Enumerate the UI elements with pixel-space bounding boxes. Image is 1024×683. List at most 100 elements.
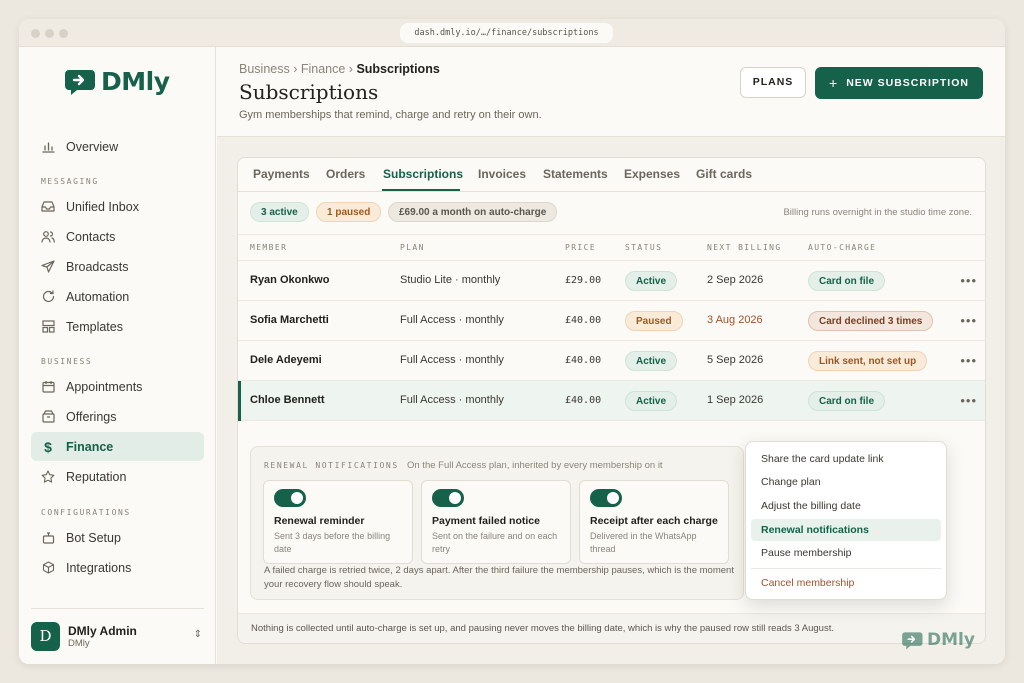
breadcrumb-current: Subscriptions xyxy=(356,62,440,76)
monthly-total-chip: £69.00 a month on auto-charge xyxy=(388,202,558,222)
footer-note: Nothing is collected until auto-charge i… xyxy=(251,623,834,634)
more-actions-icon[interactable]: ••• xyxy=(960,353,977,368)
bot-icon xyxy=(41,531,55,545)
menu-item-renewal-notifications[interactable]: Renewal notifications xyxy=(751,519,941,541)
table-row-selected[interactable]: Chloe Bennett Full Access · monthly £40.… xyxy=(238,381,985,421)
sidebar-item-integrations[interactable]: Integrations xyxy=(31,553,204,582)
send-icon xyxy=(41,260,55,274)
sidebar-item-bot-setup[interactable]: Bot Setup xyxy=(31,523,204,552)
section-label-configurations: CONFIGURATIONS xyxy=(41,508,131,517)
dmly-logo-icon xyxy=(902,631,923,649)
sidebar-item-label: Integrations xyxy=(66,560,132,575)
sidebar-item-contacts[interactable]: Contacts xyxy=(31,222,204,251)
plan-name: Studio Lite · monthly xyxy=(400,274,501,286)
sidebar-item-automation[interactable]: Automation xyxy=(31,282,204,311)
menu-item-cancel-membership[interactable]: Cancel membership xyxy=(751,572,941,594)
sidebar-item-label: Contacts xyxy=(66,229,116,244)
new-subscription-button[interactable]: + NEW SUBSCRIPTION xyxy=(815,67,983,99)
tab-invoices[interactable]: Invoices xyxy=(478,167,526,181)
paused-count-chip[interactable]: 1 paused xyxy=(316,202,382,222)
layout-icon xyxy=(41,320,55,334)
address-bar[interactable]: dash.dmly.io/…/finance/subscriptions xyxy=(400,23,613,43)
plan-name: Full Access · monthly xyxy=(400,314,504,326)
dollar-icon: $ xyxy=(44,438,52,455)
active-count-chip[interactable]: 3 active xyxy=(250,202,309,222)
sidebar-item-label: Unified Inbox xyxy=(66,199,139,214)
more-actions-icon[interactable]: ••• xyxy=(960,273,977,288)
member-name: Sofia Marchetti xyxy=(250,314,329,326)
section-label-messaging: MESSAGING xyxy=(41,177,99,186)
refresh-icon xyxy=(41,290,55,304)
sidebar: DMly Overview MESSAGING Unified Inbox Co… xyxy=(19,47,216,664)
inbox-icon xyxy=(41,200,55,214)
receipt-toggle[interactable] xyxy=(590,489,622,507)
chevron-updown-icon: ⇕ xyxy=(193,629,202,640)
sidebar-item-broadcasts[interactable]: Broadcasts xyxy=(31,252,204,281)
watermark-text: DMly xyxy=(927,630,975,650)
notification-title: Renewal reminder xyxy=(274,515,365,527)
new-subscription-label: NEW SUBSCRIPTION xyxy=(846,77,969,89)
panel-footer: Nothing is collected until auto-charge i… xyxy=(238,613,985,643)
brand-logo[interactable]: DMly xyxy=(65,67,170,96)
notification-card: Receipt after each charge Delivered in t… xyxy=(579,480,729,564)
menu-item-pause-membership[interactable]: Pause membership xyxy=(751,542,941,564)
table-row[interactable]: Dele Adeyemi Full Access · monthly £40.0… xyxy=(238,341,985,381)
menu-item-adjust-billing-date[interactable]: Adjust the billing date xyxy=(751,495,941,517)
tab-subscriptions[interactable]: Subscriptions xyxy=(383,167,463,181)
tab-payments[interactable]: Payments xyxy=(253,167,310,181)
sidebar-item-overview[interactable]: Overview xyxy=(31,132,204,161)
plans-button[interactable]: PLANS xyxy=(740,67,806,98)
table-row[interactable]: Ryan Okonkwo Studio Lite · monthly £29.0… xyxy=(238,261,985,301)
status-badge: Paused xyxy=(625,311,683,331)
sidebar-item-label: Finance xyxy=(66,439,114,454)
window-zoom-dot[interactable] xyxy=(59,29,68,38)
page-title: Subscriptions xyxy=(239,80,379,104)
column-header-price: PRICE xyxy=(565,243,597,252)
next-billing-date: 1 Sep 2026 xyxy=(707,394,764,406)
next-billing-date: 3 Aug 2026 xyxy=(707,314,763,326)
column-header-next-billing: NEXT BILLING xyxy=(707,243,782,252)
sidebar-item-label: Automation xyxy=(66,289,130,304)
status-badge: Active xyxy=(625,271,678,291)
payment-failed-toggle[interactable] xyxy=(432,489,464,507)
sidebar-item-appointments[interactable]: Appointments xyxy=(31,372,204,401)
cube-icon xyxy=(41,561,55,575)
tab-statements[interactable]: Statements xyxy=(543,167,608,181)
plus-icon: + xyxy=(829,75,839,91)
sidebar-item-reputation[interactable]: Reputation xyxy=(31,462,204,491)
column-header-status: STATUS xyxy=(625,243,663,252)
breadcrumb-business[interactable]: Business › xyxy=(239,62,297,76)
menu-item-change-plan[interactable]: Change plan xyxy=(751,471,941,493)
auto-charge-badge: Card declined 3 times xyxy=(808,311,934,331)
sidebar-item-offerings[interactable]: Offerings xyxy=(31,402,204,431)
breadcrumb-finance[interactable]: Finance › xyxy=(301,62,353,76)
table-header: MEMBER PLAN PRICE STATUS NEXT BILLING AU… xyxy=(238,234,985,261)
user-org: DMly xyxy=(68,638,90,649)
sidebar-item-label: Bot Setup xyxy=(66,530,121,545)
tab-gift-cards[interactable]: Gift cards xyxy=(696,167,752,181)
sidebar-item-finance[interactable]: $ Finance xyxy=(31,432,204,461)
member-name: Chloe Bennett xyxy=(250,394,325,406)
renewal-subheading: On the Full Access plan, inherited by ev… xyxy=(407,460,663,471)
tab-orders[interactable]: Orders xyxy=(326,167,365,181)
column-header-member: MEMBER xyxy=(250,243,288,252)
more-actions-icon[interactable]: ••• xyxy=(960,393,977,408)
window-close-dot[interactable] xyxy=(31,29,40,38)
sidebar-item-templates[interactable]: Templates xyxy=(31,312,204,341)
tab-expenses[interactable]: Expenses xyxy=(624,167,680,181)
billing-note: Billing runs overnight in the studio tim… xyxy=(783,207,972,218)
sidebar-item-unified-inbox[interactable]: Unified Inbox xyxy=(31,192,204,221)
more-actions-icon[interactable]: ••• xyxy=(960,313,977,328)
sidebar-item-label: Offerings xyxy=(66,409,117,424)
window-minimize-dot[interactable] xyxy=(45,29,54,38)
sidebar-item-label: Appointments xyxy=(66,379,143,394)
notification-card: Renewal reminder Sent 3 days before the … xyxy=(263,480,413,564)
menu-item-share-card-link[interactable]: Share the card update link xyxy=(751,448,941,470)
renewal-reminder-toggle[interactable] xyxy=(274,489,306,507)
dmly-logo-icon xyxy=(65,69,95,95)
table-row[interactable]: Sofia Marchetti Full Access · monthly £4… xyxy=(238,301,985,341)
notification-title: Payment failed notice xyxy=(432,515,540,527)
notification-desc: Sent on the failure and on each retry xyxy=(432,531,558,554)
user-menu[interactable]: D DMly Admin DMly ⇕ xyxy=(31,608,204,664)
price: £40.00 xyxy=(565,395,602,406)
